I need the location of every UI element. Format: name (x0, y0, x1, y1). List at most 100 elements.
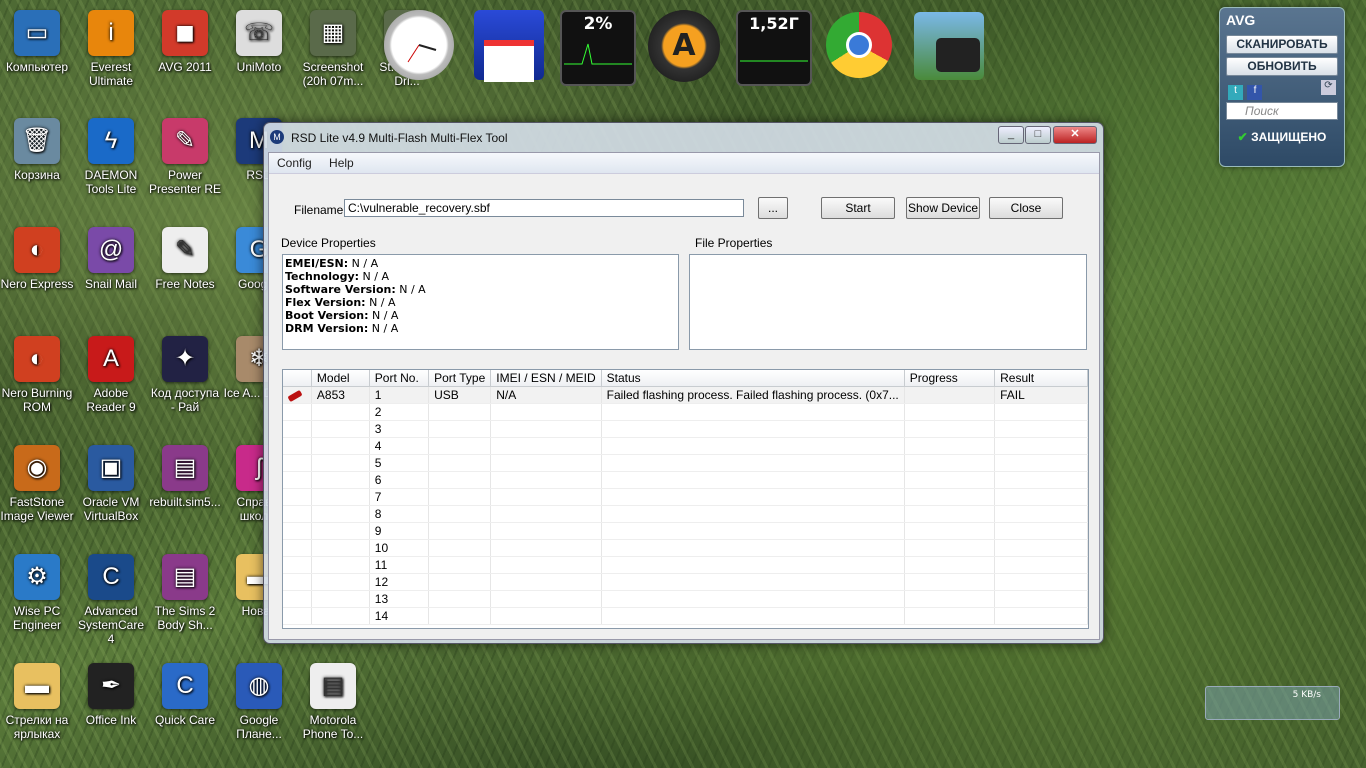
settings-icon[interactable]: ⟳ (1321, 80, 1336, 95)
desktop-icon-document[interactable]: ▤ Motorola Phone To... (296, 663, 370, 741)
chrome-gadget[interactable] (826, 12, 892, 78)
avg-status: ✔ ЗАЩИЩЕНО (1220, 130, 1344, 144)
desktop-icon-folder-2[interactable]: ▬ Стрелки на ярлыках (0, 663, 74, 741)
systemcare-icon: C (88, 554, 134, 600)
close-button[interactable]: Close (989, 197, 1063, 219)
desktop-icon-quick-care[interactable]: C Quick Care (148, 663, 222, 727)
column-header[interactable]: Model (311, 370, 370, 387)
desktop-icon-google-earth[interactable]: ◍ Google Плане... (222, 663, 296, 741)
facebook-icon[interactable]: f (1247, 85, 1263, 100)
cell-result (994, 403, 1088, 421)
desktop-icon-archive[interactable]: ▤ rebuilt.sim5... (148, 445, 222, 509)
desktop-icon-office-ink[interactable]: ✒ Office Ink (74, 663, 148, 727)
menu-help[interactable]: Help (321, 153, 360, 170)
clock-gadget[interactable] (384, 10, 454, 80)
desktop-icon-systemcare[interactable]: C Advanced SystemCare 4 (74, 554, 148, 646)
avg-update-button[interactable]: ОБНОВИТЬ (1226, 57, 1338, 76)
desktop-icon-presenter[interactable]: ✎ Power Presenter RE (148, 118, 222, 196)
cell-imei (490, 556, 602, 574)
table-row[interactable]: 13 (283, 590, 1088, 608)
avg-scan-button[interactable]: СКАНИРОВАТЬ (1226, 35, 1338, 54)
device-property-line: Technology: N / A (285, 270, 676, 283)
column-header[interactable]: Port No. (369, 370, 430, 387)
desktop-icon-nero-burning[interactable]: ◐ Nero Burning ROM (0, 336, 74, 414)
desktop-icon-avg[interactable]: ◼ AVG 2011 (148, 10, 222, 74)
desktop-icon-label: Adobe Reader 9 (86, 386, 136, 414)
virtualbox-icon: ▣ (88, 445, 134, 491)
filename-field[interactable]: C:\vulnerable_recovery.sbf (344, 199, 744, 217)
cell-status (601, 607, 905, 625)
notes-icon: ✎ (162, 227, 208, 273)
table-row[interactable]: 7 (283, 488, 1088, 506)
maximize-button[interactable]: □ (1025, 126, 1051, 144)
floppy-gadget[interactable] (474, 10, 544, 82)
row-status-cell (283, 386, 312, 404)
column-header[interactable] (283, 370, 312, 387)
show-device-button[interactable]: Show Device (906, 197, 980, 219)
column-header[interactable]: Port Type (428, 370, 492, 387)
cell-status (601, 437, 905, 455)
twitter-icon[interactable]: t (1228, 85, 1243, 100)
close-window-button[interactable]: ✕ (1053, 126, 1097, 144)
cell-port: 5 (369, 454, 430, 472)
device-property-line: Flex Version: N / A (285, 296, 676, 309)
cell-model (311, 556, 370, 574)
desktop-icon-virtualbox[interactable]: ▣ Oracle VM VirtualBox (74, 445, 148, 523)
desktop-icon-nero[interactable]: ◐ Nero Express (0, 227, 74, 291)
menu-config[interactable]: Config (269, 153, 318, 170)
table-row[interactable]: 10 (283, 539, 1088, 557)
column-header[interactable]: Progress (904, 370, 996, 387)
desktop-icon-daemon-tools[interactable]: ϟ DAEMON Tools Lite (74, 118, 148, 196)
daemon-tools-icon: ϟ (88, 118, 134, 164)
office-ink-icon: ✒ (88, 663, 134, 709)
cpu-meter-value: 2% (583, 14, 613, 34)
table-row[interactable]: 2 (283, 403, 1088, 421)
desktop-icon-faststone[interactable]: ◉ FastStone Image Viewer (0, 445, 74, 523)
cell-progress (904, 420, 996, 438)
table-row[interactable]: 5 (283, 454, 1088, 472)
table-row[interactable]: 12 (283, 573, 1088, 591)
desktop-icon-screenshot[interactable]: ▦ Screenshot (20h 07m... (296, 10, 370, 88)
browse-button[interactable]: ... (758, 197, 788, 219)
desktop-icon-snail-mail[interactable]: @ Snail Mail (74, 227, 148, 291)
desktop-icon-wise-pc[interactable]: ⚙ Wise PC Engineer (0, 554, 74, 632)
table-row[interactable]: 9 (283, 522, 1088, 540)
table-row[interactable]: 3 (283, 420, 1088, 438)
camera-gadget[interactable] (914, 12, 984, 80)
column-header[interactable]: Status (601, 370, 905, 387)
column-header[interactable]: IMEI / ESN / MEID (490, 370, 602, 387)
cell-port: 7 (369, 488, 430, 506)
avg-search-input[interactable]: Поиск (1226, 102, 1338, 120)
row-status-cell (283, 556, 312, 574)
screenshot-icon: ▦ (310, 10, 356, 56)
desktop-icon-label: AVG 2011 (158, 60, 212, 74)
desktop-icon-label: DAEMON Tools Lite (84, 168, 138, 196)
table-row[interactable]: A853 1 USB N/A Failed flashing process. Fail… (283, 386, 1088, 404)
desktop-icon-computer[interactable]: ▭ Компьютер (0, 10, 74, 74)
aimp-gadget[interactable]: A (648, 10, 720, 82)
desktop-icon-recycle-bin[interactable]: 🗑 Корзина (0, 118, 74, 182)
desktop-icon-adobe-reader[interactable]: A Adobe Reader 9 (74, 336, 148, 414)
desktop-icon-archive-2[interactable]: ▤ The Sims 2 Body Sh... (148, 554, 222, 632)
desktop-icon-phone[interactable]: ☏ UniMoto (222, 10, 296, 74)
window-titlebar[interactable]: M RSD Lite v4.9 Multi-Flash Multi-Flex T… (264, 123, 1103, 153)
desktop-icon-notes[interactable]: ✎ Free Notes (148, 227, 222, 291)
cell-model: A853 (311, 386, 370, 404)
desktop-icon-everest[interactable]: i Everest Ultimate (74, 10, 148, 88)
avg-title: AVG (1226, 12, 1256, 28)
cell-status (601, 420, 905, 438)
table-row[interactable]: 11 (283, 556, 1088, 574)
minimize-button[interactable]: _ (998, 126, 1024, 144)
desktop-icon-game[interactable]: ✦ Код доступа - Рай (148, 336, 222, 414)
cell-type (428, 505, 492, 523)
column-header[interactable]: Result (994, 370, 1088, 387)
table-row[interactable]: 4 (283, 437, 1088, 455)
cell-result (994, 539, 1088, 557)
table-row[interactable]: 6 (283, 471, 1088, 489)
table-row[interactable]: 8 (283, 505, 1088, 523)
table-row[interactable]: 14 (283, 607, 1088, 625)
start-button[interactable]: Start (821, 197, 895, 219)
window-client: Config Help Filename: C:\vulnerable_reco… (268, 152, 1100, 640)
desktop-icon-label: Power Presenter RE (148, 168, 222, 196)
cell-progress (904, 505, 996, 523)
